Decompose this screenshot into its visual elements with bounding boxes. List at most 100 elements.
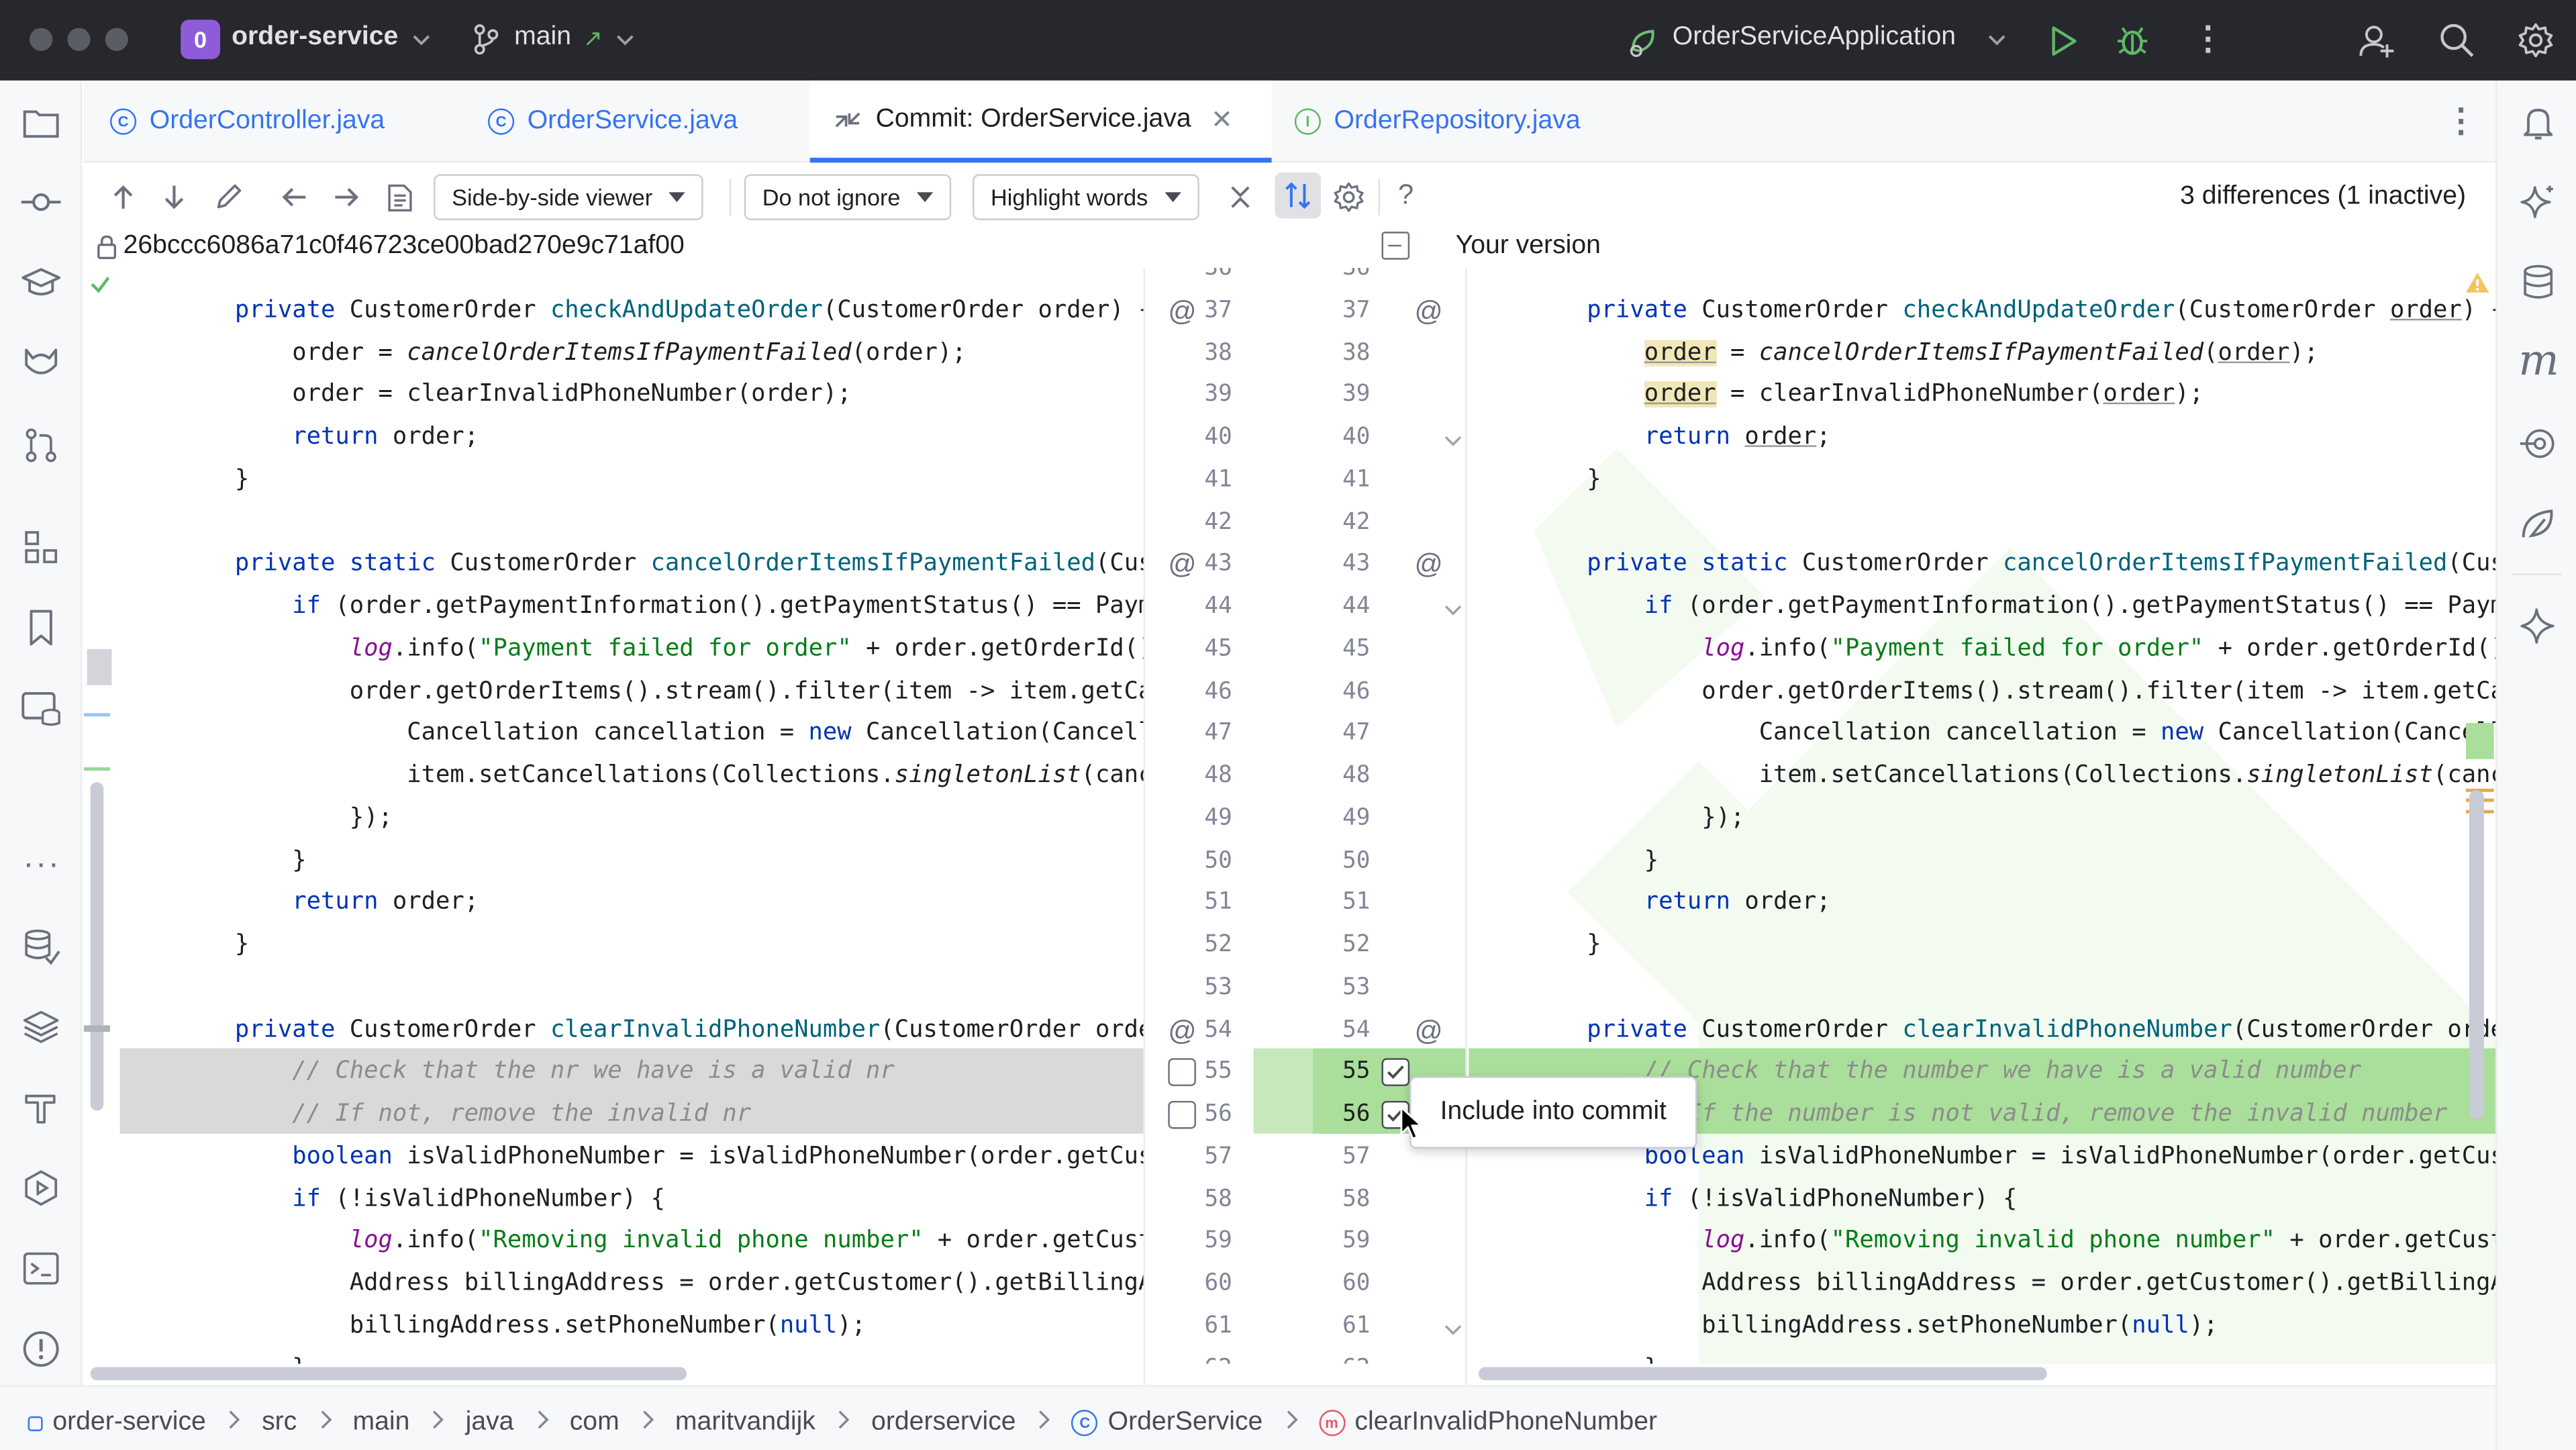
left-diff-pane[interactable]: private CustomerOrder checkAndUpdateOrde… xyxy=(83,267,1144,1364)
override-marker-icon[interactable]: @ xyxy=(1414,295,1442,328)
close-window-button[interactable] xyxy=(30,28,53,51)
override-marker-icon[interactable]: @ xyxy=(1168,549,1196,582)
tab-commit-order-service[interactable]: Commit: OrderService.java ✕ xyxy=(809,80,1272,163)
breadcrumb-item[interactable]: com xyxy=(570,1408,620,1438)
endpoints-icon[interactable] xyxy=(2518,424,2558,464)
project-name[interactable]: order-service xyxy=(232,23,398,52)
edit-source-icon[interactable] xyxy=(213,183,243,212)
highlight-mode-dropdown[interactable]: Highlight words xyxy=(973,174,1199,220)
close-tab-icon[interactable]: ✕ xyxy=(1211,103,1233,136)
right-vertical-scrollbar[interactable] xyxy=(2469,790,2484,1119)
commit-icon[interactable] xyxy=(19,186,62,219)
maximize-window-button[interactable] xyxy=(105,28,128,51)
spring-icon[interactable] xyxy=(2518,504,2558,544)
chevron-down-icon[interactable] xyxy=(1988,32,2006,50)
breadcrumb-item[interactable]: m clearInvalidPhoneNumber xyxy=(1318,1408,1657,1438)
ignore-whitespace-dropdown[interactable]: Do not ignore xyxy=(744,174,952,220)
partial-commit-checkbox[interactable] xyxy=(1381,232,1410,260)
minimize-window-button[interactable] xyxy=(67,28,91,51)
sync-scroll-toggle[interactable] xyxy=(1275,173,1321,219)
run-icon[interactable] xyxy=(2048,25,2078,58)
chevron-down-icon[interactable] xyxy=(616,32,634,50)
ai-chat-icon[interactable] xyxy=(2518,606,2558,646)
notifications-icon[interactable] xyxy=(2518,103,2558,143)
code-line: }); xyxy=(1529,804,1745,831)
project-folder-icon[interactable] xyxy=(21,107,61,140)
breadcrumb-item[interactable]: src xyxy=(262,1408,297,1438)
previous-difference-icon[interactable] xyxy=(110,183,136,212)
viewer-mode-dropdown[interactable]: Side-by-side viewer xyxy=(434,174,704,220)
bookmarks-icon[interactable] xyxy=(25,608,58,648)
right-line-number: 54 xyxy=(1342,1016,1371,1043)
run-window-icon[interactable] xyxy=(21,1168,61,1208)
terminal-icon[interactable] xyxy=(21,1249,61,1288)
back-icon[interactable] xyxy=(279,183,309,212)
right-line-number: 43 xyxy=(1342,550,1371,577)
gutter-row: 37 37 @ @ xyxy=(1145,291,1465,333)
breadcrumb-label: maritvandijk xyxy=(675,1408,815,1437)
override-marker-icon[interactable]: @ xyxy=(1414,1014,1442,1047)
more-tools-icon[interactable]: ··· xyxy=(23,847,60,884)
pull-requests-icon[interactable] xyxy=(21,426,61,465)
fold-icon[interactable] xyxy=(1444,1317,1463,1347)
tab-order-repository[interactable]: I OrderRepository.java xyxy=(1294,81,1581,162)
right-horizontal-scrollbar[interactable] xyxy=(1478,1367,2047,1381)
structure-icon[interactable] xyxy=(21,345,61,381)
left-vertical-scrollbar[interactable] xyxy=(90,782,104,1111)
override-marker-icon[interactable]: @ xyxy=(1414,549,1442,582)
branch-name[interactable]: main xyxy=(514,23,571,52)
database-icon[interactable] xyxy=(2520,263,2557,303)
build-icon[interactable] xyxy=(21,1088,61,1127)
tab-options-icon[interactable]: ⋮ xyxy=(2444,100,2477,141)
maven-icon[interactable]: m xyxy=(2518,337,2559,386)
left-horizontal-scrollbar[interactable] xyxy=(90,1367,687,1381)
layers-icon[interactable] xyxy=(21,1007,61,1047)
database-icon[interactable] xyxy=(21,927,61,967)
chevron-right-icon xyxy=(1037,1408,1050,1438)
exclude-line-checkbox[interactable] xyxy=(1168,1100,1196,1129)
breadcrumb-item[interactable]: maritvandijk xyxy=(675,1408,815,1438)
code-line: private CustomerOrder clearInvalidPhoneN… xyxy=(1587,1016,2495,1043)
ignore-label: Do not ignore xyxy=(762,184,901,211)
breadcrumb-item[interactable]: orderservice xyxy=(871,1408,1015,1438)
forward-icon[interactable] xyxy=(332,183,361,212)
diff-settings-icon[interactable] xyxy=(1332,181,1365,213)
services-icon[interactable] xyxy=(21,528,61,567)
left-line-number: 51 xyxy=(1204,889,1232,916)
run-configuration[interactable]: OrderServiceApplication xyxy=(1673,23,1956,52)
ai-assistant-icon[interactable] xyxy=(2518,183,2558,222)
help-icon[interactable]: ? xyxy=(1398,179,1414,212)
exclude-line-checkbox[interactable] xyxy=(1168,1058,1196,1087)
code-line: order.getOrderItems().stream().filter(it… xyxy=(1529,677,2496,704)
include-into-commit-tooltip: Include into commit xyxy=(1409,1076,1697,1149)
collapse-unchanged-icon[interactable] xyxy=(1226,183,1255,212)
override-marker-icon[interactable]: @ xyxy=(1168,295,1196,328)
breadcrumb-item[interactable]: java xyxy=(466,1408,514,1438)
chevron-down-icon[interactable] xyxy=(412,32,430,50)
right-diff-pane[interactable]: private CustomerOrder checkAndUpdateOrde… xyxy=(1469,267,2496,1364)
fold-icon[interactable] xyxy=(1444,598,1463,628)
left-line-number: 41 xyxy=(1204,466,1232,493)
code-line: log.info("Payment failed for order" + or… xyxy=(1701,635,2496,662)
tab-order-controller[interactable]: C OrderController.java xyxy=(109,81,385,162)
debug-icon[interactable] xyxy=(2114,21,2150,58)
warning-icon[interactable] xyxy=(2465,271,2491,294)
right-line-number: 48 xyxy=(1342,762,1371,789)
breadcrumb-item[interactable]: order-service xyxy=(28,1408,206,1438)
tab-order-service[interactable]: C OrderService.java xyxy=(487,81,738,162)
file-list-icon[interactable] xyxy=(385,183,414,214)
include-line-checkbox[interactable] xyxy=(1381,1058,1410,1087)
next-difference-icon[interactable] xyxy=(161,183,187,212)
database-explorer-icon[interactable] xyxy=(19,689,62,728)
breadcrumb-item[interactable]: C OrderService xyxy=(1071,1408,1262,1438)
learn-icon[interactable] xyxy=(19,264,62,301)
fold-icon[interactable] xyxy=(1444,429,1463,458)
add-user-icon[interactable] xyxy=(2357,21,2397,61)
settings-icon[interactable] xyxy=(2517,21,2555,59)
search-icon[interactable] xyxy=(2438,21,2475,59)
problems-icon[interactable] xyxy=(21,1329,61,1369)
breadcrumb-item[interactable]: main xyxy=(352,1408,409,1438)
more-actions-icon[interactable]: ⋮ xyxy=(2191,18,2224,59)
override-marker-icon[interactable]: @ xyxy=(1168,1014,1196,1047)
